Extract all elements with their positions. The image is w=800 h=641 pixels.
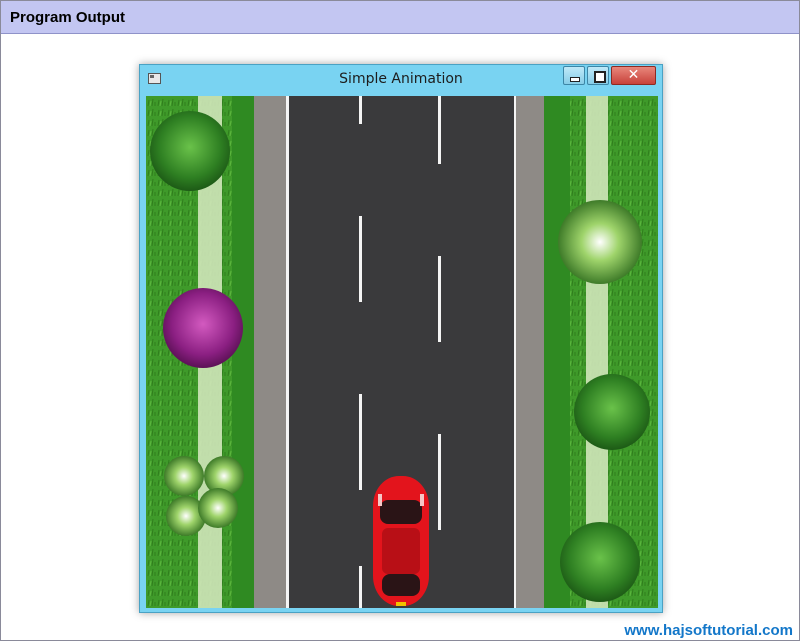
left-sidewalk	[254, 96, 288, 608]
close-button[interactable]: ✕	[611, 66, 656, 85]
minimize-icon[interactable]	[563, 66, 585, 85]
panel-title: Program Output	[10, 9, 125, 26]
app-window: Simple Animation ✕	[139, 64, 663, 613]
close-icon: ✕	[627, 67, 640, 83]
tree	[574, 374, 650, 450]
tree	[560, 522, 640, 602]
panel-header: Program Output	[1, 1, 799, 34]
maximize-icon[interactable]	[587, 66, 609, 85]
road-scene	[146, 96, 658, 608]
right-sidewalk	[516, 96, 548, 608]
palm-tree	[558, 200, 642, 284]
red-car	[373, 476, 429, 606]
animation-canvas	[146, 96, 658, 608]
road-edge-left	[286, 96, 289, 608]
tree	[150, 111, 230, 191]
right-hedge	[544, 96, 570, 608]
flower-tree	[163, 288, 243, 368]
website-link[interactable]: www.hajsoftutorial.com	[624, 622, 793, 639]
program-output-panel: Program Output Simple Animation ✕ www.ha…	[0, 0, 800, 641]
